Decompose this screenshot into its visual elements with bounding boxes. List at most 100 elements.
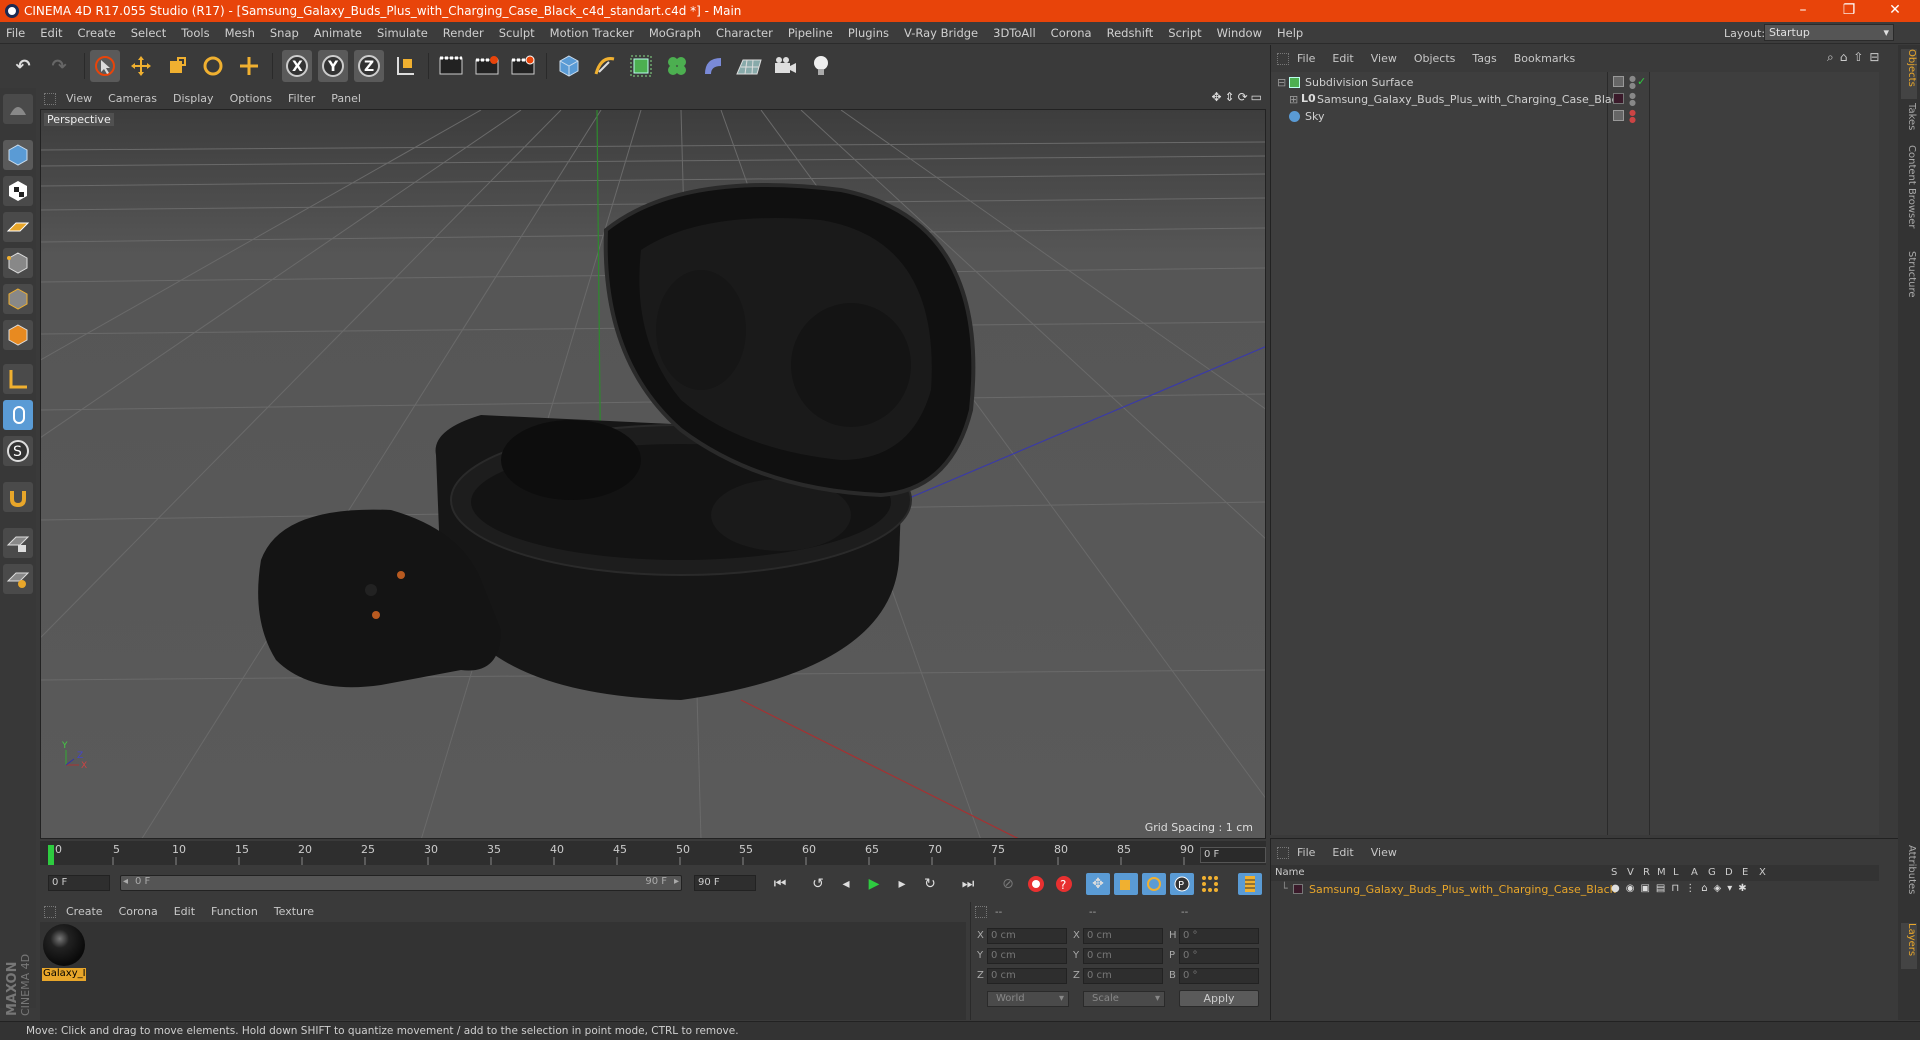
viewport-menu-cameras[interactable]: Cameras bbox=[108, 92, 157, 105]
menu-edit[interactable]: Edit bbox=[40, 26, 62, 40]
viewport-menu-view[interactable]: View bbox=[66, 92, 92, 105]
cloner-icon[interactable] bbox=[662, 50, 692, 82]
redo-icon[interactable]: ↷ bbox=[44, 50, 74, 82]
viewport-menu-display[interactable]: Display bbox=[173, 92, 214, 105]
cube-primitive-icon[interactable] bbox=[554, 50, 584, 82]
workplane-icon[interactable] bbox=[3, 212, 33, 242]
solo-toggle-icon[interactable]: ● bbox=[1611, 883, 1620, 894]
object-menu-file[interactable]: File bbox=[1297, 52, 1315, 65]
maximize-button[interactable]: ❐ bbox=[1826, 0, 1872, 22]
make-editable-icon[interactable] bbox=[3, 94, 33, 124]
layer-color-swatch[interactable] bbox=[1293, 884, 1303, 894]
object-menu-edit[interactable]: Edit bbox=[1332, 52, 1353, 65]
layer-row[interactable]: └ Samsung_Galaxy_Buds_Plus_with_Charging… bbox=[1271, 881, 1879, 897]
xref-toggle-icon[interactable]: ✱ bbox=[1738, 883, 1746, 894]
viewport-dolly-icon[interactable]: ⇕ bbox=[1225, 90, 1235, 104]
position-key-icon[interactable]: ✥ bbox=[1086, 873, 1110, 895]
object-row[interactable]: ⊟ Subdivision Surface ● ● ✓ bbox=[1271, 74, 1879, 91]
axis-mode-icon[interactable] bbox=[3, 364, 33, 394]
tab-attributes[interactable]: Attributes bbox=[1901, 845, 1917, 915]
material-menu-function[interactable]: Function bbox=[211, 905, 258, 918]
play-icon[interactable]: ▶ bbox=[862, 873, 886, 895]
object-menu-view[interactable]: View bbox=[1371, 52, 1397, 65]
menu-animate[interactable]: Animate bbox=[314, 26, 362, 40]
menu-motion-tracker[interactable]: Motion Tracker bbox=[550, 26, 634, 40]
viewport-rotate-icon[interactable]: ⟳ bbox=[1238, 90, 1248, 104]
animation-toggle-icon[interactable]: ⋮ bbox=[1685, 883, 1695, 894]
deformer-icon[interactable] bbox=[698, 50, 728, 82]
panel-menu-icon[interactable]: ⊟ bbox=[1869, 50, 1879, 65]
rotation-key-icon[interactable] bbox=[1142, 873, 1166, 895]
light-bulb-icon[interactable] bbox=[806, 50, 836, 82]
close-button[interactable]: ✕ bbox=[1872, 0, 1918, 22]
frame-range-slider[interactable]: ◂ 0 F 90 F ▸ bbox=[120, 875, 682, 891]
layout-select[interactable]: Startup ▾ bbox=[1764, 24, 1894, 41]
menu-redshift[interactable]: Redshift bbox=[1107, 26, 1154, 40]
autokey-icon[interactable] bbox=[1024, 873, 1048, 895]
menu-sculpt[interactable]: Sculpt bbox=[499, 26, 535, 40]
tab-layers[interactable]: Layers bbox=[1901, 923, 1917, 969]
menu-create[interactable]: Create bbox=[78, 26, 116, 40]
go-to-end-icon[interactable]: ⏭ bbox=[956, 873, 980, 895]
tab-content-browser[interactable]: Content Browser bbox=[1901, 145, 1917, 245]
size-z-field[interactable]: 0 cm bbox=[1083, 968, 1163, 984]
parameter-key-icon[interactable]: P bbox=[1170, 873, 1194, 895]
scale-key-icon[interactable] bbox=[1114, 873, 1138, 895]
viewport-menu-options[interactable]: Options bbox=[230, 92, 272, 105]
timeline-ruler[interactable]: 0 5 10 15 20 25 30 35 40 45 50 55 60 65 … bbox=[40, 841, 1266, 865]
visibility-dots-icon[interactable]: ● ● bbox=[1629, 75, 1636, 90]
up-icon[interactable]: ⇧ bbox=[1853, 50, 1863, 65]
menu-tools[interactable]: Tools bbox=[181, 26, 209, 40]
record-keys-icon[interactable]: ⊘ bbox=[996, 873, 1020, 895]
view-toggle-icon[interactable]: ◉ bbox=[1626, 883, 1635, 894]
rotation-h-field[interactable]: 0 ° bbox=[1179, 928, 1259, 944]
perspective-viewport[interactable]: Y X Z Perspective Grid Spacing : 1 cm bbox=[40, 109, 1266, 839]
object-row[interactable]: Sky ● ● bbox=[1271, 108, 1879, 125]
texture-mode-icon[interactable] bbox=[3, 176, 33, 206]
generator-toggle-icon[interactable]: ⌂ bbox=[1701, 883, 1707, 894]
subdivision-surface-icon[interactable] bbox=[626, 50, 656, 82]
object-name[interactable]: Samsung_Galaxy_Buds_Plus_with_Charging_C… bbox=[1317, 93, 1624, 106]
menu-plugins[interactable]: Plugins bbox=[848, 26, 889, 40]
edges-mode-icon[interactable] bbox=[3, 284, 33, 314]
transform-tool-icon[interactable] bbox=[234, 50, 264, 82]
menu-mograph[interactable]: MoGraph bbox=[649, 26, 701, 40]
coordinate-mode-select[interactable]: World ▾ bbox=[987, 991, 1069, 1007]
menu-render[interactable]: Render bbox=[443, 26, 484, 40]
tab-takes[interactable]: Takes bbox=[1901, 103, 1917, 139]
visibility-dots-icon[interactable]: ● ● bbox=[1629, 92, 1636, 107]
menu-vray-bridge[interactable]: V-Ray Bridge bbox=[904, 26, 978, 40]
object-menu-tags[interactable]: Tags bbox=[1472, 52, 1496, 65]
go-to-start-icon[interactable]: ⏮ bbox=[768, 873, 792, 895]
floor-grid-icon[interactable] bbox=[734, 50, 764, 82]
start-frame-field[interactable]: 0 F bbox=[48, 875, 110, 891]
position-y-field[interactable]: 0 cm bbox=[987, 948, 1067, 964]
model-mode-icon[interactable] bbox=[3, 140, 33, 170]
menu-script[interactable]: Script bbox=[1168, 26, 1201, 40]
layer-tag-icon[interactable] bbox=[1613, 76, 1624, 87]
menu-help[interactable]: Help bbox=[1277, 26, 1303, 40]
object-menu-objects[interactable]: Objects bbox=[1414, 52, 1456, 65]
size-x-field[interactable]: 0 cm bbox=[1083, 928, 1163, 944]
menu-file[interactable]: File bbox=[6, 26, 25, 40]
viewport-move-icon[interactable]: ✥ bbox=[1211, 90, 1221, 104]
coordinate-system-icon[interactable] bbox=[390, 50, 420, 82]
visibility-dots-icon[interactable]: ● ● bbox=[1629, 109, 1636, 124]
undo-icon[interactable]: ↶ bbox=[8, 50, 38, 82]
expression-toggle-icon[interactable]: ▾ bbox=[1727, 883, 1732, 894]
menu-window[interactable]: Window bbox=[1217, 26, 1262, 40]
render-picture-viewer-icon[interactable] bbox=[472, 50, 502, 82]
scale-tool-icon[interactable] bbox=[162, 50, 192, 82]
camera-icon[interactable] bbox=[770, 50, 800, 82]
x-axis-lock-icon[interactable]: X bbox=[282, 50, 312, 82]
object-name[interactable]: Sky bbox=[1305, 110, 1324, 123]
solo-mode-icon[interactable]: S bbox=[3, 436, 33, 466]
tab-objects[interactable]: Objects bbox=[1901, 49, 1917, 99]
lock-workplane-icon[interactable] bbox=[3, 528, 33, 558]
size-y-field[interactable]: 0 cm bbox=[1083, 948, 1163, 964]
position-z-field[interactable]: 0 cm bbox=[987, 968, 1067, 984]
material-swatch[interactable] bbox=[43, 924, 85, 966]
point-level-key-icon[interactable] bbox=[1198, 873, 1222, 895]
layer-name[interactable]: Samsung_Galaxy_Buds_Plus_with_Charging_C… bbox=[1309, 883, 1616, 896]
previous-keyframe-icon[interactable]: ↺ bbox=[806, 873, 830, 895]
